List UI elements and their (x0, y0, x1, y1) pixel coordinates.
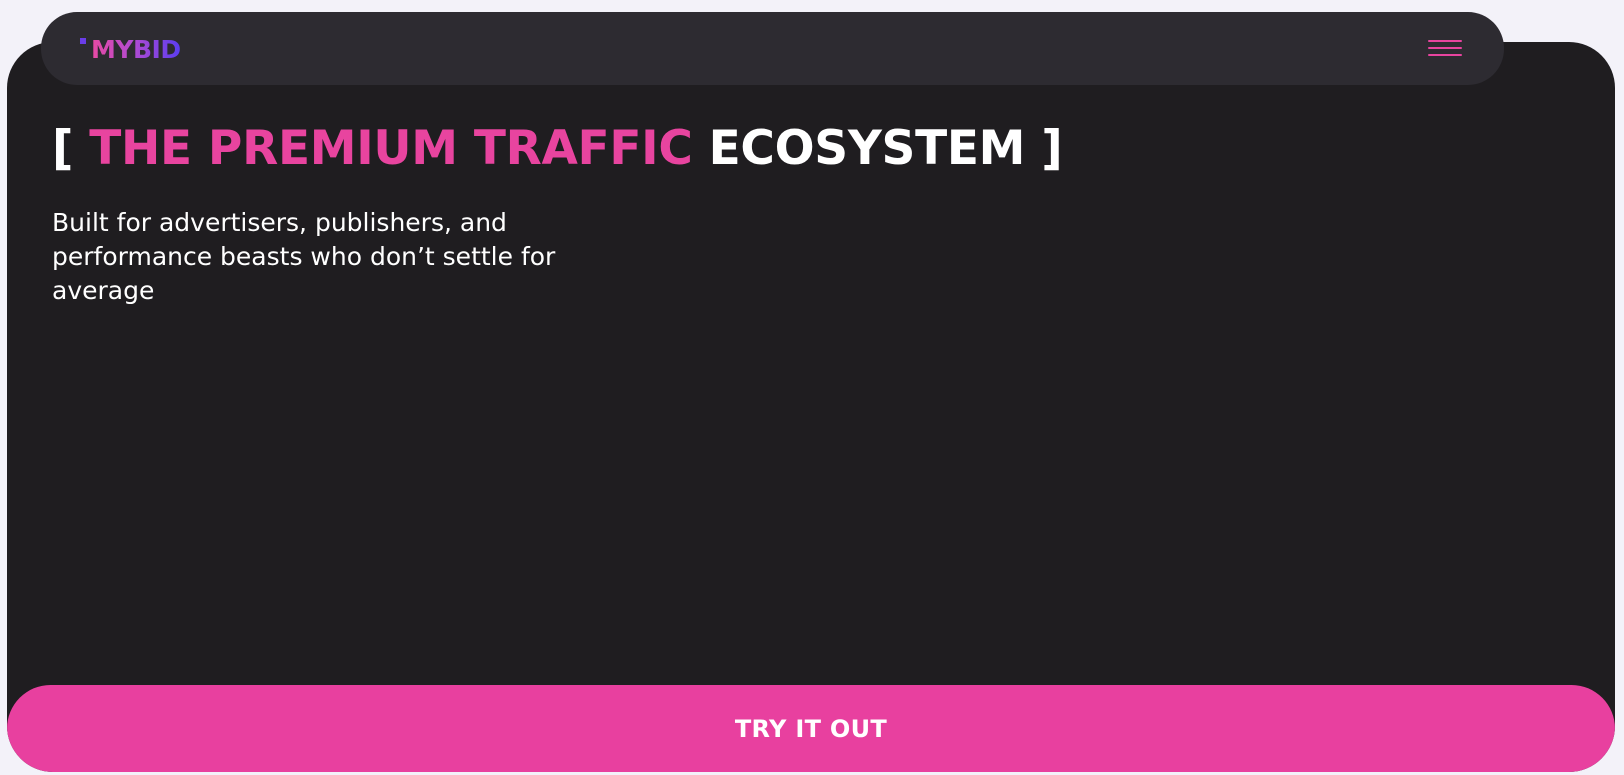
try-it-out-button[interactable]: TRY IT OUT (7, 685, 1615, 772)
hero-card: [ THE PREMIUM TRAFFIC ECOSYSTEM ] Built … (7, 42, 1615, 772)
hero-headline: [ THE PREMIUM TRAFFIC ECOSYSTEM ] (52, 120, 1063, 178)
hero-subtitle: Built for advertisers, publishers, and p… (52, 208, 556, 305)
top-navbar: MYBID (41, 12, 1504, 85)
logo-link[interactable]: MYBID (80, 34, 181, 64)
headline-plain-text: ECOSYSTEM (708, 121, 1026, 176)
logo-text: MYBID (91, 34, 181, 64)
headline-bracket-open: [ (52, 121, 74, 176)
logo-mark-icon (80, 36, 89, 62)
headline-bracket-close: ] (1041, 121, 1063, 176)
hamburger-menu-icon[interactable] (1428, 38, 1462, 60)
headline-accent-text: THE PREMIUM TRAFFIC (89, 121, 693, 176)
